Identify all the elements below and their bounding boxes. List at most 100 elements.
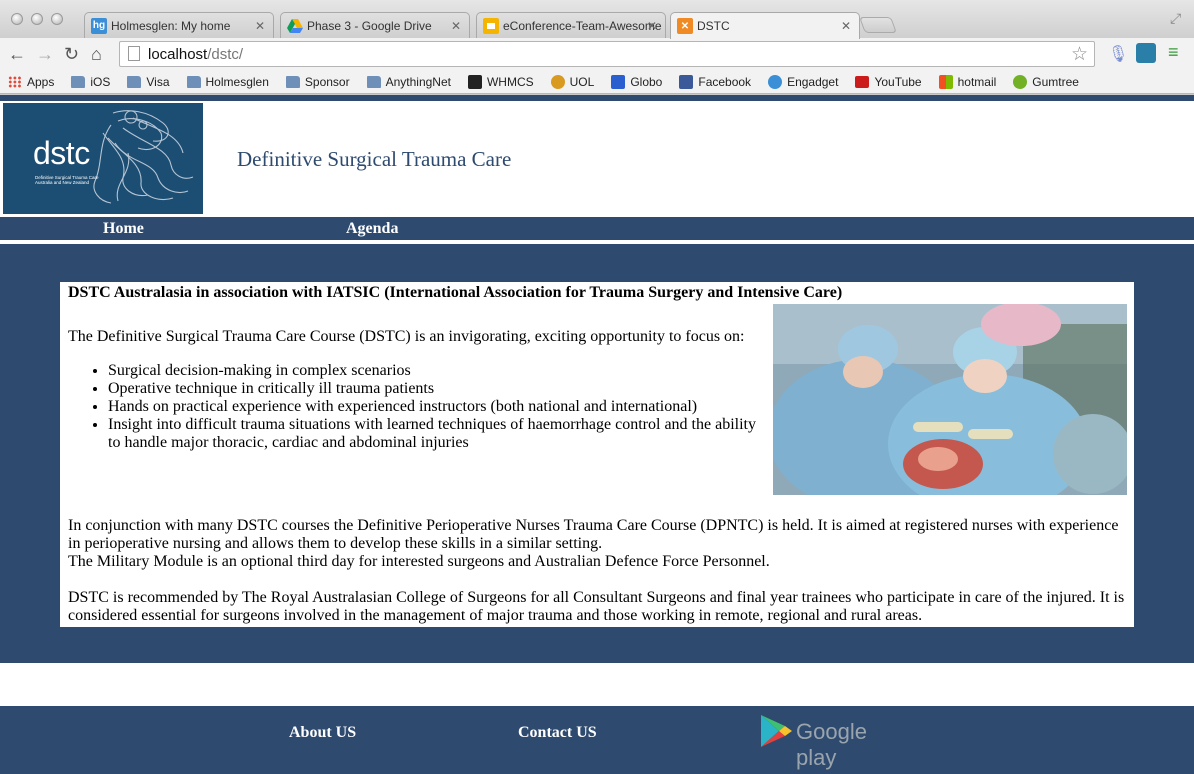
forward-arrow-icon[interactable]: → xyxy=(36,44,54,65)
intro-text: The Definitive Surgical Trauma Care Cour… xyxy=(68,328,745,345)
folder-icon xyxy=(285,75,300,88)
nav-agenda-link[interactable]: Agenda xyxy=(346,220,398,238)
dpntc-paragraph: In conjunction with many DSTC courses th… xyxy=(68,517,1126,571)
windows-icon xyxy=(938,74,953,89)
surgery-photo xyxy=(773,304,1127,495)
apps-grid-icon xyxy=(8,75,22,88)
whmcs-icon xyxy=(467,74,482,89)
bookmark-label: AnythingNet xyxy=(385,74,451,89)
surgery-photo-image xyxy=(773,304,1127,495)
bookmark-label: Visa xyxy=(146,74,170,89)
browser-chrome: hg Holmesglen: My home ✕ Phase 3 - Googl… xyxy=(0,0,1194,95)
bookmark-visa[interactable]: Visa xyxy=(127,74,170,89)
close-icon[interactable]: ✕ xyxy=(451,19,461,33)
hg-icon: hg xyxy=(91,17,107,34)
bookmark-uol[interactable]: UOL xyxy=(550,74,594,89)
gumtree-icon xyxy=(1013,74,1028,89)
nav-home-link[interactable]: Home xyxy=(103,220,144,238)
rss-icon xyxy=(768,74,783,89)
close-icon[interactable]: ✕ xyxy=(647,19,657,33)
racs-paragraph: DSTC is recommended by The Royal Austral… xyxy=(68,589,1125,624)
bookmark-label: Gumtree xyxy=(1032,74,1079,89)
title-bar: hg Holmesglen: My home ✕ Phase 3 - Googl… xyxy=(0,0,1194,39)
bookmark-label: hotmail xyxy=(957,74,997,89)
google-play-badge[interactable]: Google play xyxy=(759,714,909,770)
minimize-window-button[interactable] xyxy=(31,13,43,25)
bookmarks-bar: Apps iOS Visa Holmesglen Sponsor Anythin… xyxy=(0,70,1194,94)
browser-toolbar: ← → ↻ ⌂ localhost/dstc/ ☆ 🎙 ≡ xyxy=(0,38,1194,70)
close-window-button[interactable] xyxy=(11,13,23,25)
zoom-window-button[interactable] xyxy=(51,13,63,25)
list-item: Insight into difficult trauma situations… xyxy=(108,416,768,452)
footer: About US Contact US Google play xyxy=(0,706,1194,774)
address-bar[interactable]: localhost/dstc/ ☆ xyxy=(119,41,1095,67)
main-band: DSTC Australasia in association with IAT… xyxy=(0,244,1194,663)
contact-us-link[interactable]: Contact US xyxy=(518,724,597,742)
tab-title: Phase 3 - Google Drive xyxy=(307,18,432,33)
list-item: Surgical decision-making in complex scen… xyxy=(108,362,768,380)
bookmark-globo[interactable]: Globo xyxy=(611,74,663,89)
logo-text: dstc xyxy=(33,135,90,171)
bookmark-holmesglen[interactable]: Holmesglen xyxy=(186,74,269,89)
bookmark-engadget[interactable]: Engadget xyxy=(768,74,839,89)
folder-icon xyxy=(186,75,201,88)
close-icon[interactable]: ✕ xyxy=(841,19,851,33)
military-module-text: The Military Module is an optional third… xyxy=(68,553,770,570)
back-arrow-icon[interactable]: ← xyxy=(8,44,26,65)
folder-icon xyxy=(366,75,381,88)
top-stripe xyxy=(0,95,1194,101)
bookmark-label: Apps xyxy=(27,74,55,89)
bookmark-ios[interactable]: iOS xyxy=(71,75,110,89)
bookmark-gumtree[interactable]: Gumtree xyxy=(1013,74,1079,89)
content-panel: DSTC Australasia in association with IAT… xyxy=(60,282,1134,627)
tab-dstc[interactable]: ✕ DSTC ✕ xyxy=(670,12,860,39)
bookmark-label: Engadget xyxy=(787,74,839,89)
dpntc-text: In conjunction with many DSTC courses th… xyxy=(68,517,1119,552)
drive-icon xyxy=(287,18,303,34)
tab-title: DSTC xyxy=(697,19,730,33)
bookmark-label: YouTube xyxy=(874,74,922,89)
tab-title: Holmesglen: My home xyxy=(111,18,231,33)
bookmark-apps[interactable]: Apps xyxy=(8,75,54,89)
uol-icon xyxy=(550,74,565,89)
bookmark-label: Globo xyxy=(630,74,663,89)
content-heading: DSTC Australasia in association with IAT… xyxy=(68,284,843,301)
bookmark-whmcs[interactable]: WHMCS xyxy=(467,74,534,89)
page-icon xyxy=(128,46,140,61)
bookmark-anythingnet[interactable]: AnythingNet xyxy=(366,74,451,89)
facebook-icon xyxy=(679,74,694,89)
bookmark-label: WHMCS xyxy=(486,74,534,89)
tab-econference[interactable]: eConference-Team-Awesome ✕ xyxy=(476,12,666,38)
bookmark-star-icon[interactable]: ☆ xyxy=(1071,43,1088,66)
fullscreen-icon[interactable]: ⤢ xyxy=(1170,10,1181,27)
list-item: Hands on practical experience with exper… xyxy=(108,398,768,416)
bookmark-hotmail[interactable]: hotmail xyxy=(938,74,997,89)
web-page: dstc Definitive Surgical Trauma Care Aus… xyxy=(0,95,1194,774)
bookmark-sponsor[interactable]: Sponsor xyxy=(285,75,350,89)
xampp-icon: ✕ xyxy=(677,18,693,34)
extension-icon[interactable] xyxy=(1136,43,1156,63)
menu-icon[interactable]: ≡ xyxy=(1168,42,1179,63)
bookmark-label: iOS xyxy=(90,74,111,89)
microphone-icon[interactable]: 🎙 xyxy=(1108,44,1128,64)
bookmark-label: Holmesglen xyxy=(205,74,269,89)
bookmark-label: Facebook xyxy=(698,74,752,89)
new-tab-button[interactable] xyxy=(859,17,897,33)
focus-list: Surgical decision-making in complex scen… xyxy=(108,362,768,452)
tab-title: eConference-Team-Awesome xyxy=(503,18,662,33)
site-title: Definitive Surgical Trauma Care xyxy=(237,147,512,171)
bookmark-youtube[interactable]: YouTube xyxy=(855,74,922,89)
url-host: localhost xyxy=(148,45,208,63)
bookmark-facebook[interactable]: Facebook xyxy=(679,74,752,89)
folder-icon xyxy=(71,75,86,88)
dstc-logo[interactable]: dstc Definitive Surgical Trauma Care Aus… xyxy=(3,103,203,214)
reload-icon[interactable]: ↻ xyxy=(64,44,79,65)
home-icon[interactable]: ⌂ xyxy=(91,44,102,65)
tab-google-drive[interactable]: Phase 3 - Google Drive ✕ xyxy=(280,12,470,38)
list-item: Operative technique in critically ill tr… xyxy=(108,380,768,398)
tab-holmesglen[interactable]: hg Holmesglen: My home ✕ xyxy=(84,12,274,38)
main-nav: Home Agenda xyxy=(0,217,1194,240)
close-icon[interactable]: ✕ xyxy=(255,19,265,33)
google-play-icon xyxy=(761,715,792,747)
about-us-link[interactable]: About US xyxy=(289,724,356,742)
